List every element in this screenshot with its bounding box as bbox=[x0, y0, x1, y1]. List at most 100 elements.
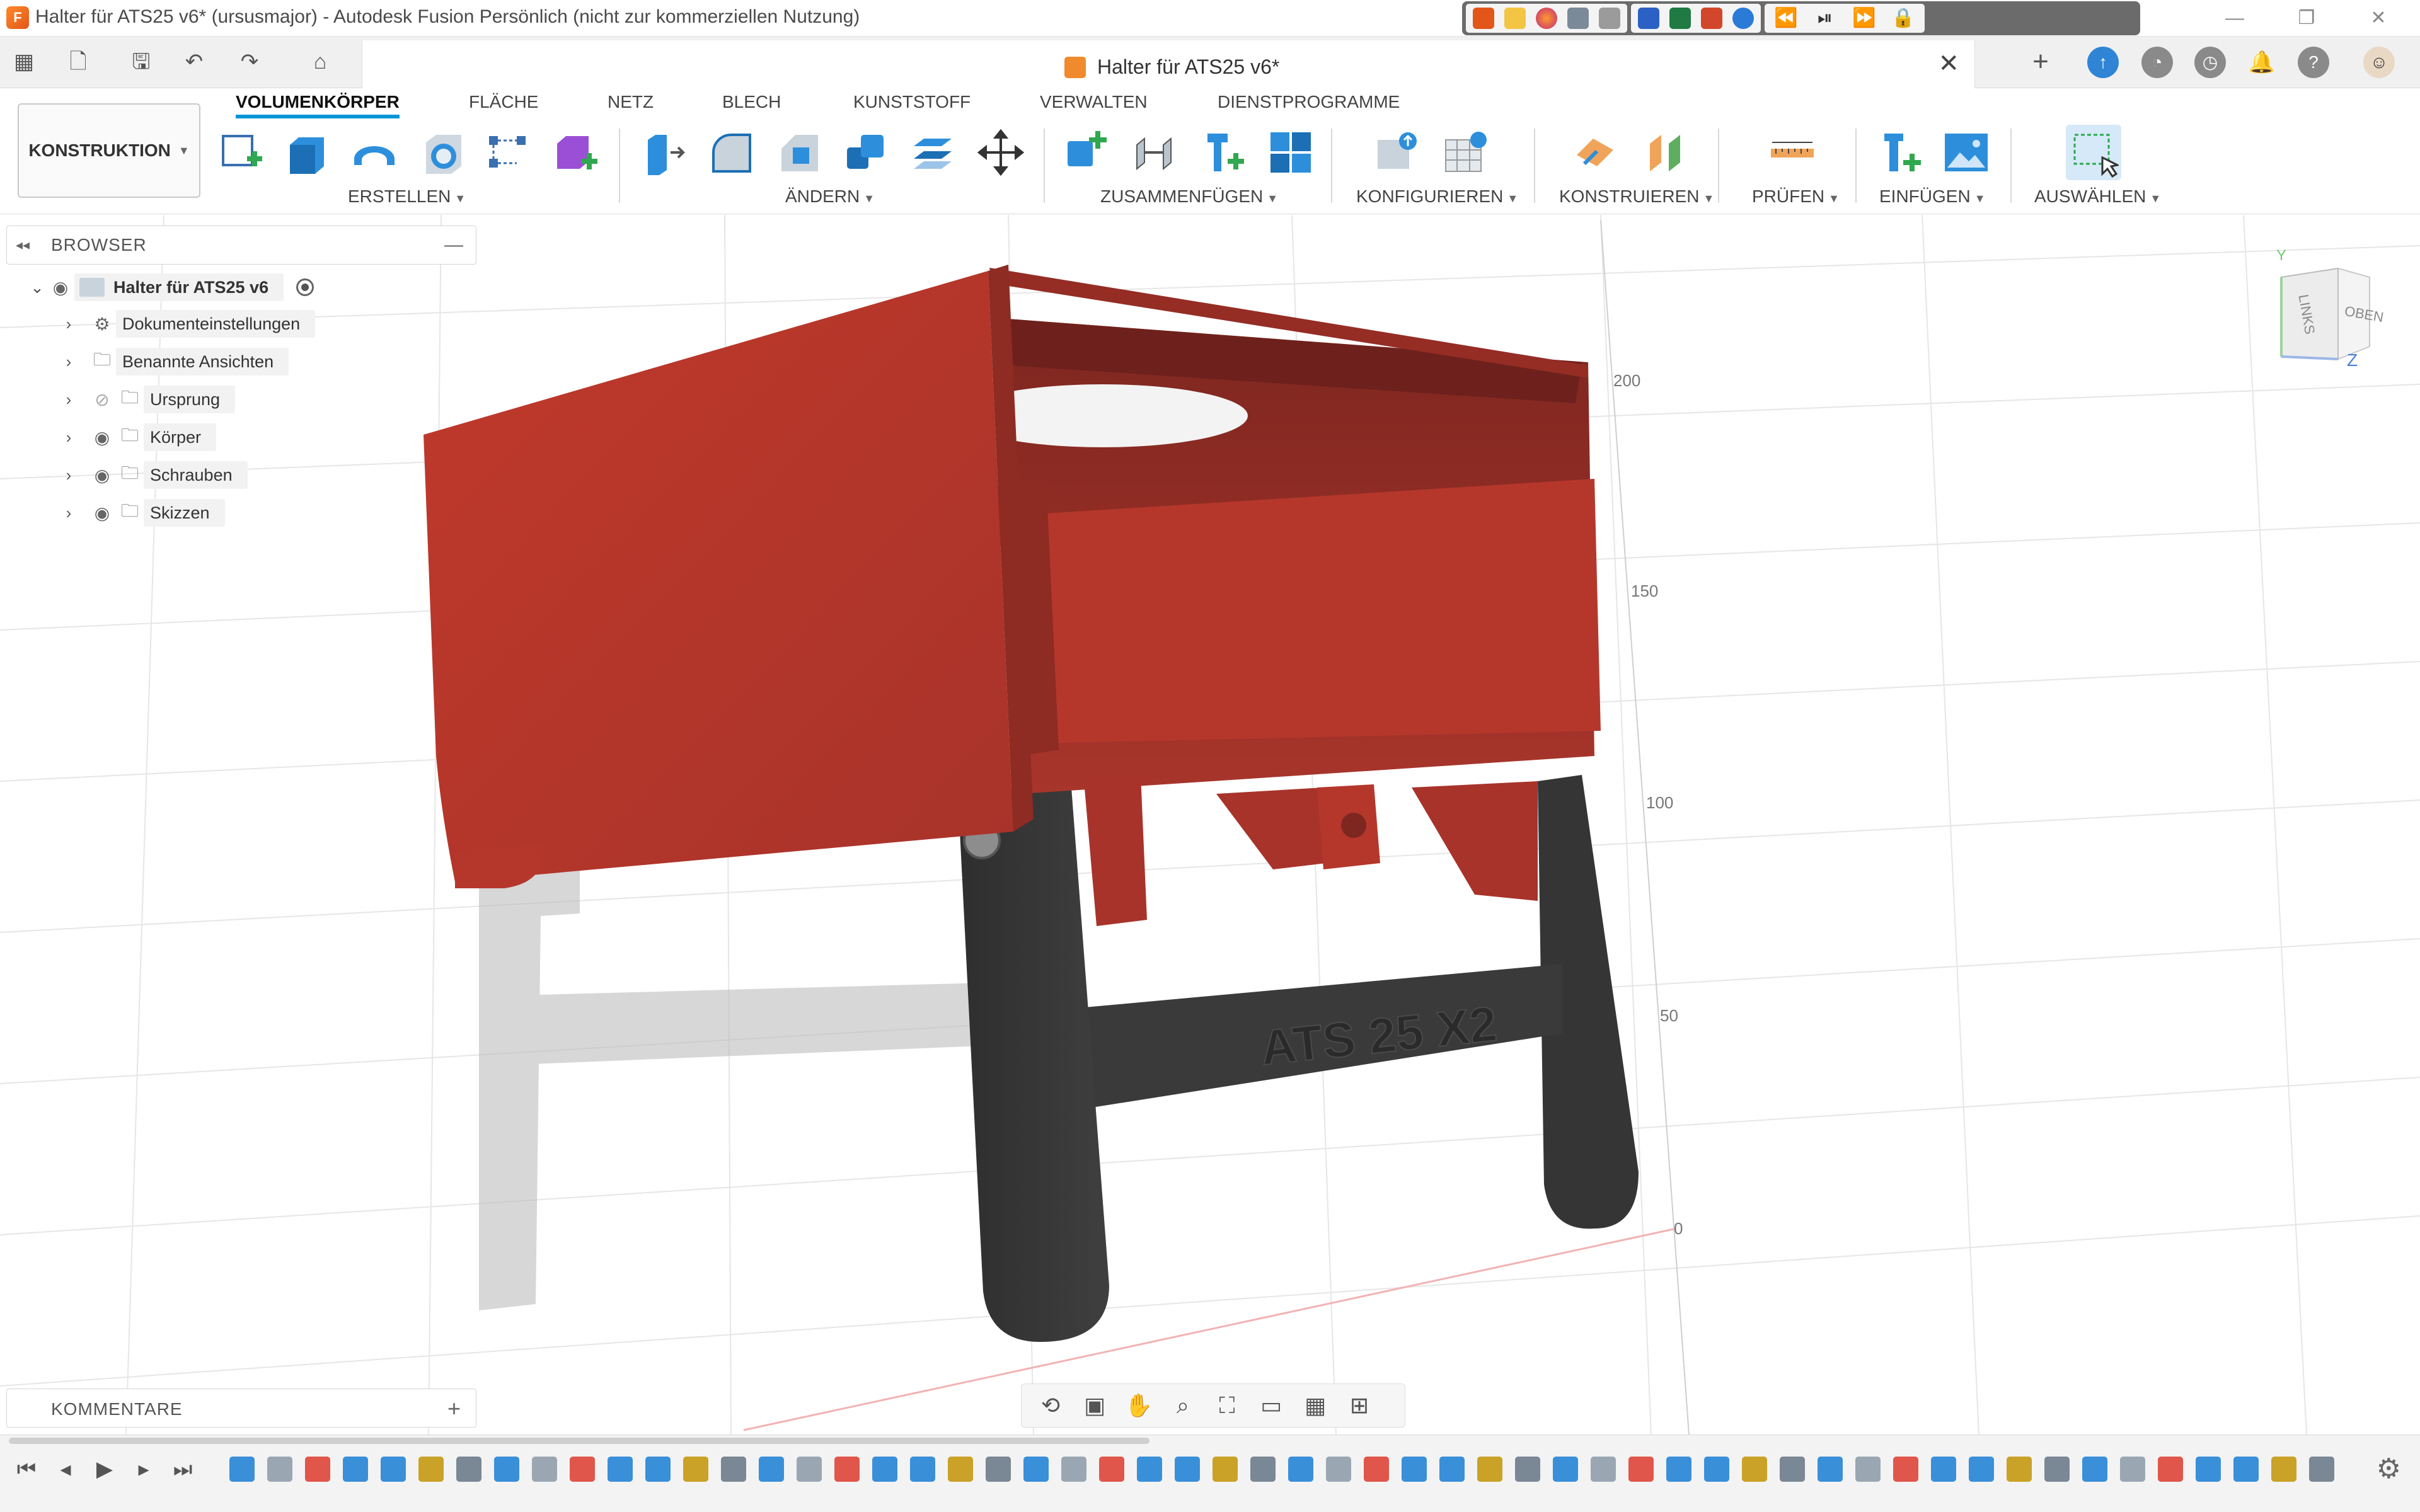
timeline-prev-icon[interactable]: ◂ bbox=[48, 1452, 83, 1487]
timeline-feature-icon[interactable] bbox=[305, 1457, 330, 1482]
tab-dienstprogramme[interactable]: DIENSTPROGRAMME bbox=[1218, 92, 1400, 112]
timeline-feature-icon[interactable] bbox=[1855, 1457, 1881, 1482]
viewcube[interactable]: Y Z LINKS OBEN bbox=[2244, 246, 2385, 384]
timeline-feature-icon[interactable] bbox=[2007, 1457, 2032, 1482]
bell-icon[interactable]: 🔔 bbox=[2246, 47, 2278, 78]
shell-tool[interactable] bbox=[416, 125, 471, 180]
minimize-panel-icon[interactable]: — bbox=[444, 234, 463, 256]
plane-at-angle-tool[interactable] bbox=[1639, 125, 1694, 180]
fusion-taskbar-icon[interactable] bbox=[1470, 6, 1497, 31]
word-icon[interactable] bbox=[1635, 6, 1662, 31]
help-icon[interactable]: ? bbox=[2298, 47, 2329, 78]
new-component-tool[interactable] bbox=[1059, 125, 1114, 180]
measure-tool[interactable] bbox=[1765, 125, 1820, 180]
offset-plane-tool[interactable] bbox=[1568, 125, 1623, 180]
tab-verwalten[interactable]: VERWALTEN bbox=[1040, 92, 1148, 112]
timeline-feature-icon[interactable] bbox=[1402, 1457, 1427, 1482]
timeline-feature-icon[interactable] bbox=[1288, 1457, 1313, 1482]
timeline-feature-icon[interactable] bbox=[1591, 1457, 1616, 1482]
timeline-feature-icon[interactable] bbox=[1213, 1457, 1238, 1482]
chevron-right-icon[interactable]: › bbox=[59, 503, 78, 523]
eye-icon[interactable]: ◉ bbox=[88, 503, 116, 524]
calculator-icon[interactable] bbox=[1564, 6, 1592, 31]
timeline-feature-icon[interactable] bbox=[721, 1457, 746, 1482]
eye-icon[interactable]: ◉ bbox=[47, 277, 74, 298]
zoom-icon[interactable]: ⌕ bbox=[1163, 1389, 1203, 1423]
timeline-feature-icon[interactable] bbox=[834, 1457, 860, 1482]
workspace-switcher[interactable]: KONSTRUKTION ▼ bbox=[18, 103, 200, 198]
timeline-feature-icon[interactable] bbox=[1818, 1457, 1843, 1482]
close-button[interactable]: ✕ bbox=[2347, 3, 2410, 34]
group-zusammenfuegen[interactable]: ZUSAMMENFÜGEN ▼ bbox=[1100, 186, 1278, 207]
timeline-feature-icon[interactable] bbox=[759, 1457, 784, 1482]
fast-forward-icon[interactable]: ⏩ bbox=[1847, 6, 1882, 31]
timeline-feature-icon[interactable] bbox=[910, 1457, 935, 1482]
chevron-right-icon[interactable]: › bbox=[59, 466, 78, 485]
viewports-icon[interactable]: ⊞ bbox=[1339, 1389, 1380, 1423]
timeline-feature-icon[interactable] bbox=[797, 1457, 822, 1482]
timeline-feature-icon[interactable] bbox=[1250, 1457, 1276, 1482]
press-pull-tool[interactable] bbox=[635, 125, 691, 180]
user-avatar[interactable]: ☺ bbox=[2363, 47, 2395, 78]
pan-icon[interactable]: ✋ bbox=[1119, 1389, 1159, 1423]
timeline-feature-icon[interactable] bbox=[381, 1457, 406, 1482]
notifications-history-icon[interactable]: ◷ bbox=[2194, 47, 2226, 78]
timeline-feature-icon[interactable] bbox=[1515, 1457, 1540, 1482]
timeline-feature-icon[interactable] bbox=[1023, 1457, 1049, 1482]
file-explorer-icon[interactable] bbox=[1501, 6, 1529, 31]
timeline-feature-icon[interactable] bbox=[1137, 1457, 1162, 1482]
timeline-last-icon[interactable]: ⏭ bbox=[165, 1452, 200, 1487]
timeline-feature-icon[interactable] bbox=[948, 1457, 973, 1482]
extensions-icon[interactable]: ◔ bbox=[2141, 47, 2173, 78]
timeline-feature-icon[interactable] bbox=[1969, 1457, 1994, 1482]
timeline-feature-icon[interactable] bbox=[418, 1457, 444, 1482]
insert-fastener-tool[interactable] bbox=[1196, 125, 1252, 180]
tray-right-panel[interactable] bbox=[996, 479, 1601, 743]
fit-icon[interactable]: ⛶ bbox=[1207, 1389, 1247, 1423]
timeline-feature-icon[interactable] bbox=[1931, 1457, 1956, 1482]
play-pause-icon[interactable]: ⏯ bbox=[1807, 6, 1843, 31]
timeline-feature-icon[interactable] bbox=[2271, 1457, 2296, 1482]
3d-viewer-icon[interactable] bbox=[1596, 6, 1623, 31]
chevron-right-icon[interactable]: › bbox=[59, 390, 78, 410]
joint-tool[interactable] bbox=[1126, 125, 1181, 180]
timeline-feature-icon[interactable] bbox=[2309, 1457, 2334, 1482]
chevron-right-icon[interactable]: › bbox=[59, 352, 78, 372]
grid-settings-icon[interactable]: ▦ bbox=[1295, 1389, 1335, 1423]
collapse-panel-icon[interactable]: ◂◂ bbox=[16, 237, 38, 253]
rigid-group-tool[interactable] bbox=[1263, 125, 1318, 180]
timeline-feature-icon[interactable] bbox=[456, 1457, 481, 1482]
save-icon[interactable]: 🖫 bbox=[124, 45, 159, 78]
add-comment-icon[interactable]: + bbox=[447, 1395, 461, 1422]
timeline-feature-icon[interactable] bbox=[1175, 1457, 1200, 1482]
home-icon[interactable]: ⌂ bbox=[302, 45, 338, 78]
timeline-feature-icon[interactable] bbox=[267, 1457, 292, 1482]
lock-icon[interactable]: 🔒 bbox=[1886, 6, 1921, 31]
document-tab[interactable]: Halter für ATS25 v6* ✕ bbox=[362, 40, 1975, 88]
tree-row-dokumenteinstellungen[interactable]: › ⚙ Dokumenteinstellungen bbox=[59, 307, 316, 340]
group-konstruieren[interactable]: KONSTRUIEREN ▼ bbox=[1559, 186, 1714, 207]
chevron-down-icon[interactable]: ⌄ bbox=[28, 278, 47, 297]
chevron-right-icon[interactable]: › bbox=[59, 428, 78, 447]
group-pruefen[interactable]: PRÜFEN ▼ bbox=[1752, 186, 1840, 207]
chevron-right-icon[interactable]: › bbox=[59, 314, 78, 334]
eye-icon[interactable]: ◉ bbox=[88, 427, 116, 448]
timeline-feature-icon[interactable] bbox=[1477, 1457, 1502, 1482]
select-tool[interactable] bbox=[2066, 125, 2121, 180]
timeline-scrollbar[interactable] bbox=[9, 1438, 1150, 1444]
firefox-icon[interactable] bbox=[1533, 6, 1560, 31]
new-tab-icon[interactable]: + bbox=[2023, 45, 2058, 78]
timeline-feature-icon[interactable] bbox=[1364, 1457, 1389, 1482]
minimize-button[interactable]: — bbox=[2203, 3, 2266, 34]
chamfer-tool[interactable] bbox=[771, 125, 827, 180]
timeline-feature-icon[interactable] bbox=[986, 1457, 1011, 1482]
excel-icon[interactable] bbox=[1666, 6, 1694, 31]
extrude-tool[interactable] bbox=[279, 125, 334, 180]
activate-radio-icon[interactable] bbox=[296, 278, 314, 296]
mounting-tab[interactable] bbox=[1084, 775, 1147, 926]
move-tool[interactable] bbox=[973, 125, 1028, 180]
insert-derive-tool[interactable] bbox=[1873, 125, 1928, 180]
tab-flaeche[interactable]: FLÄCHE bbox=[469, 92, 538, 112]
tab-netz[interactable]: NETZ bbox=[608, 92, 654, 112]
timeline-feature-icon[interactable] bbox=[872, 1457, 897, 1482]
